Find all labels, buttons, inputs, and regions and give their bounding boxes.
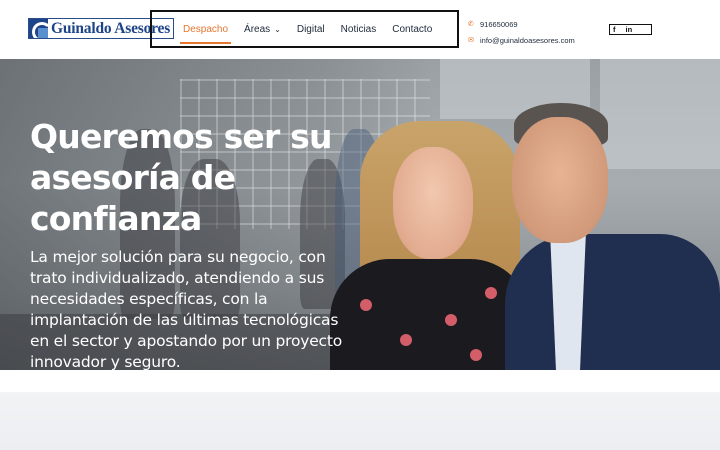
- dress-pattern: [470, 349, 482, 361]
- dress-pattern: [360, 299, 372, 311]
- nav-item-noticias[interactable]: Noticias: [341, 24, 377, 35]
- email-address: info@guinaldoasesores.com: [480, 35, 575, 45]
- section-band: [0, 392, 720, 450]
- hero-description: La mejor solución para su negocio, con t…: [30, 248, 343, 370]
- main-nav: Despacho Áreas ⌄ Digital Noticias Contac…: [150, 10, 459, 48]
- logo-mark-icon: [29, 19, 48, 38]
- nav-item-label: Noticias: [340, 23, 377, 35]
- social-links: f in: [609, 24, 652, 35]
- site-header: Guinaldo Asesores Despacho Áreas ⌄ Digit…: [0, 0, 720, 59]
- nav-item-contacto[interactable]: Contacto: [392, 24, 432, 35]
- man-figure: [505, 234, 720, 370]
- phone-link[interactable]: ✆ 916650069: [468, 16, 575, 32]
- nav-item-label: Digital: [296, 23, 325, 35]
- hero-section: Queremos ser su asesoría de confianza La…: [0, 59, 720, 370]
- woman-figure: [330, 259, 530, 370]
- dress-pattern: [400, 334, 412, 346]
- dress-pattern: [485, 287, 497, 299]
- nav-item-despacho[interactable]: Despacho: [179, 23, 232, 44]
- nav-item-label: Contacto: [392, 23, 433, 35]
- woman-face: [393, 147, 473, 259]
- man-face: [512, 117, 608, 243]
- nav-item-label: Áreas: [244, 23, 271, 35]
- nav-item-label: Despacho: [183, 23, 229, 35]
- hero-title: Queremos ser su asesoría de confianza: [30, 117, 333, 238]
- office-window: [600, 59, 720, 169]
- dress-pattern: [445, 314, 457, 326]
- envelope-icon: ✉: [468, 37, 474, 44]
- facebook-icon[interactable]: f: [613, 25, 616, 34]
- chevron-down-icon: ⌄: [274, 24, 281, 34]
- header-contact: ✆ 916650069 ✉ info@guinaldoasesores.com: [468, 16, 575, 48]
- next-section: [0, 370, 720, 450]
- nav-item-digital[interactable]: Digital: [297, 24, 325, 35]
- nav-item-areas[interactable]: Áreas ⌄: [244, 24, 281, 35]
- phone-number: 916650069: [480, 19, 518, 29]
- phone-icon: ✆: [468, 21, 474, 28]
- linkedin-icon[interactable]: in: [626, 25, 633, 34]
- email-link[interactable]: ✉ info@guinaldoasesores.com: [468, 32, 575, 48]
